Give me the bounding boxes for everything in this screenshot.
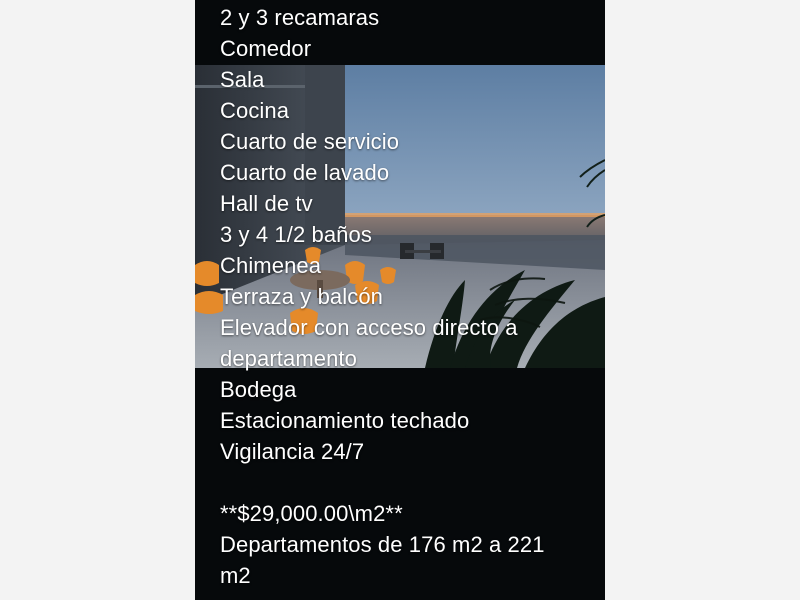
feature-tv-hall: Hall de tv	[220, 191, 313, 216]
feature-terrace-balcony: Terraza y balcón	[220, 284, 384, 309]
feature-fireplace: Chimenea	[220, 253, 322, 278]
feature-bathrooms: 3 y 4 1/2 baños	[220, 222, 372, 247]
listing-panel: 2 y 3 recamaras Comedor Sala Cocina Cuar…	[195, 0, 605, 600]
feature-elevator-continued: departamento	[220, 346, 357, 371]
feature-dining-room: Comedor	[220, 36, 312, 61]
blank-line	[220, 467, 595, 498]
price-per-m2: **$29,000.00\m2**	[220, 501, 403, 526]
feature-kitchen: Cocina	[220, 98, 290, 123]
feature-security: Vigilancia 24/7	[220, 439, 365, 464]
feature-elevator: Elevador con acceso directo a	[220, 315, 518, 340]
feature-living-room: Sala	[220, 67, 265, 92]
feature-covered-parking: Estacionamiento techado	[220, 408, 470, 433]
feature-bedrooms: 2 y 3 recamaras	[220, 5, 380, 30]
unit-size-range-continued: m2	[220, 563, 251, 588]
feature-storage: Bodega	[220, 377, 297, 402]
unit-size-range: Departamentos de 176 m2 a 221	[220, 532, 545, 557]
feature-laundry-room: Cuarto de lavado	[220, 160, 390, 185]
listing-features-list: 2 y 3 recamaras Comedor Sala Cocina Cuar…	[220, 2, 595, 591]
feature-service-room: Cuarto de servicio	[220, 129, 400, 154]
